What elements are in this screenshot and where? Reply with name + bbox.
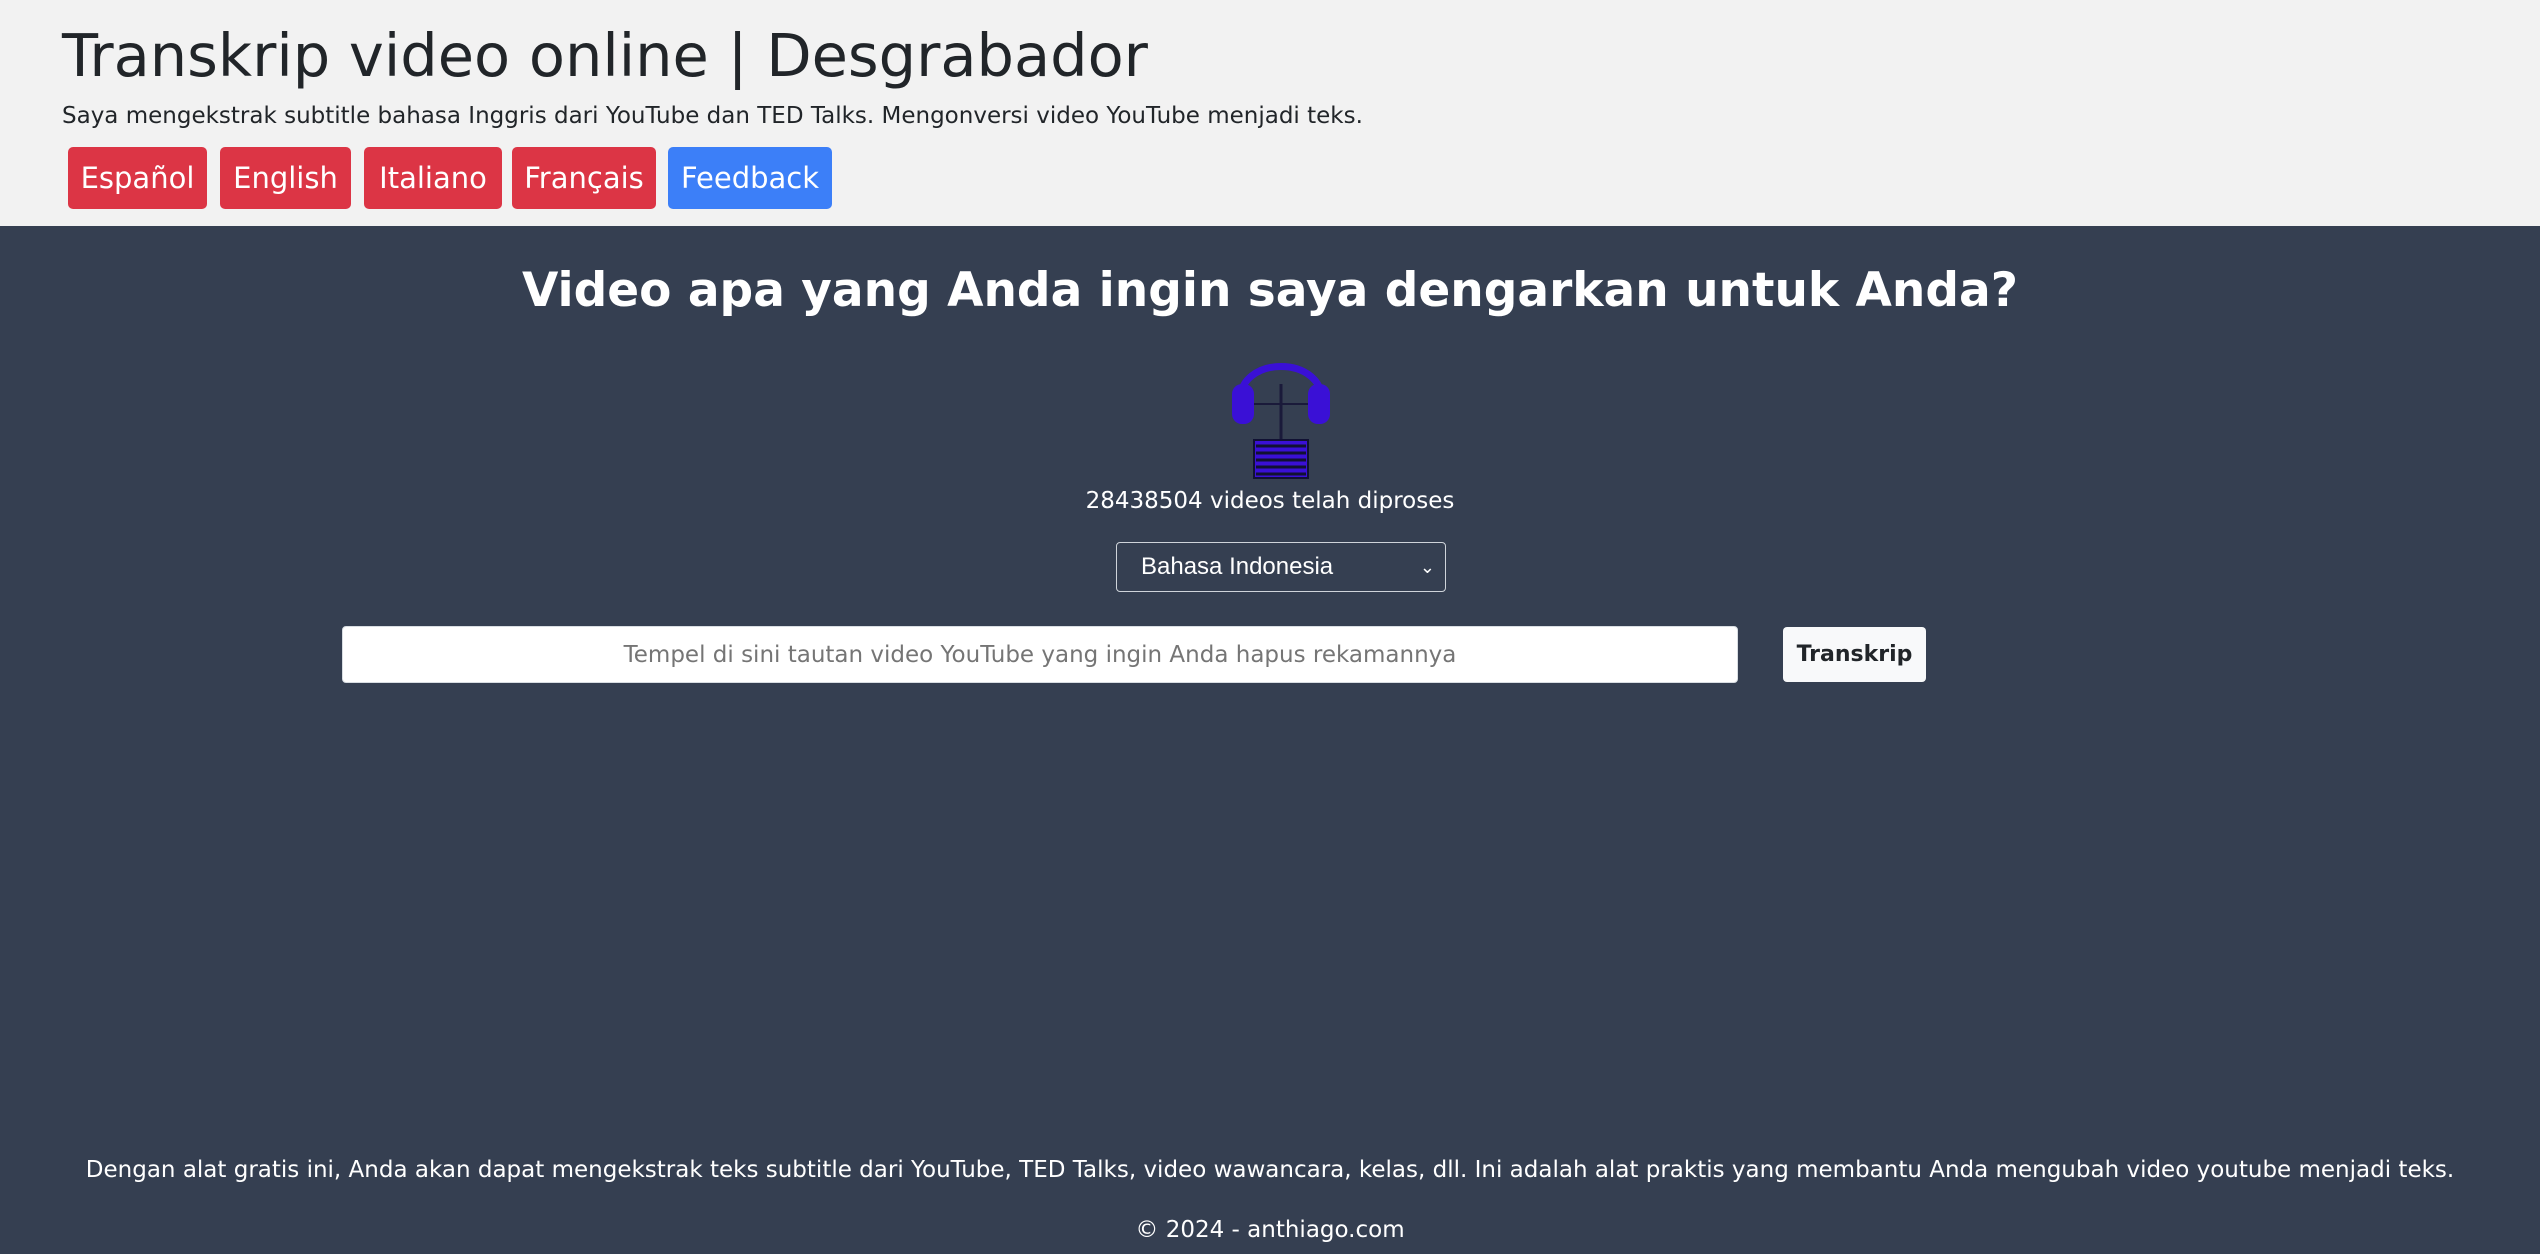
page-title: Transkrip video online | Desgrabador [62,21,1148,90]
transcribe-button[interactable]: Transkrip [1783,627,1926,682]
site-header: Transkrip video online | Desgrabador Say… [0,0,2540,226]
main-section: Video apa yang Anda ingin saya dengarkan… [0,226,2540,1254]
language-button-italiano[interactable]: Italiano [364,147,502,209]
footer-description: Dengan alat gratis ini, Anda akan dapat … [85,1157,2455,1183]
language-select-value: Bahasa Indonesia [1141,553,1334,580]
language-button-francais[interactable]: Français [512,147,656,209]
copyright: © 2024 - anthiago.com [1135,1217,1405,1243]
language-select[interactable]: Bahasa Indonesia ⌄ [1116,542,1446,592]
language-button-espanol[interactable]: Español [68,147,207,209]
feedback-button[interactable]: Feedback [668,147,832,209]
headphones-icon [1226,334,1336,480]
video-url-input[interactable] [342,626,1738,683]
main-question: Video apa yang Anda ingin saya dengarkan… [522,263,2018,318]
page-subtitle: Saya mengekstrak subtitle bahasa Inggris… [62,103,1363,129]
language-button-english[interactable]: English [220,147,351,209]
chevron-down-icon: ⌄ [1419,557,1435,577]
processed-count: 28438504 videos telah diproses [1085,488,1455,514]
